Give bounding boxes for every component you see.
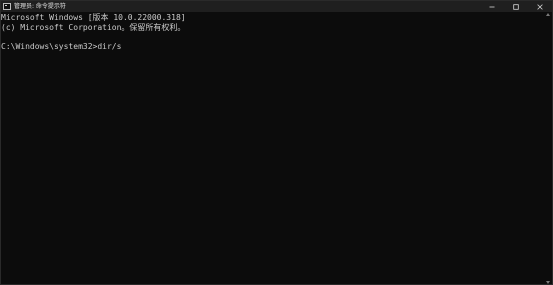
vertical-scrollbar[interactable] <box>545 12 552 284</box>
scroll-down-icon[interactable] <box>546 281 550 284</box>
close-button[interactable] <box>528 1 552 12</box>
close-icon <box>537 3 543 10</box>
console-line-copyright: (c) Microsoft Corporation。保留所有权利。 <box>1 22 186 32</box>
minimize-button[interactable] <box>480 1 504 12</box>
command-prompt-window: 管理员: 命令提示符 Microsoft Windows [版本 10.0.22… <box>0 0 553 285</box>
console-line-version: Microsoft Windows [版本 10.0.22000.318] <box>1 13 186 22</box>
console-line-prompt[interactable]: C:\Windows\system32>dir/s <box>1 42 545 52</box>
cmd-icon <box>3 3 11 10</box>
scroll-up-icon[interactable] <box>546 13 550 16</box>
window-title: 管理员: 命令提示符 <box>14 3 66 10</box>
maximize-button[interactable] <box>504 1 528 12</box>
maximize-icon <box>513 3 519 10</box>
minimize-icon <box>489 6 495 7</box>
window-controls <box>480 1 552 12</box>
console-output[interactable]: Microsoft Windows [版本 10.0.22000.318] (c… <box>1 13 545 284</box>
title-bar[interactable]: 管理员: 命令提示符 <box>1 1 552 12</box>
